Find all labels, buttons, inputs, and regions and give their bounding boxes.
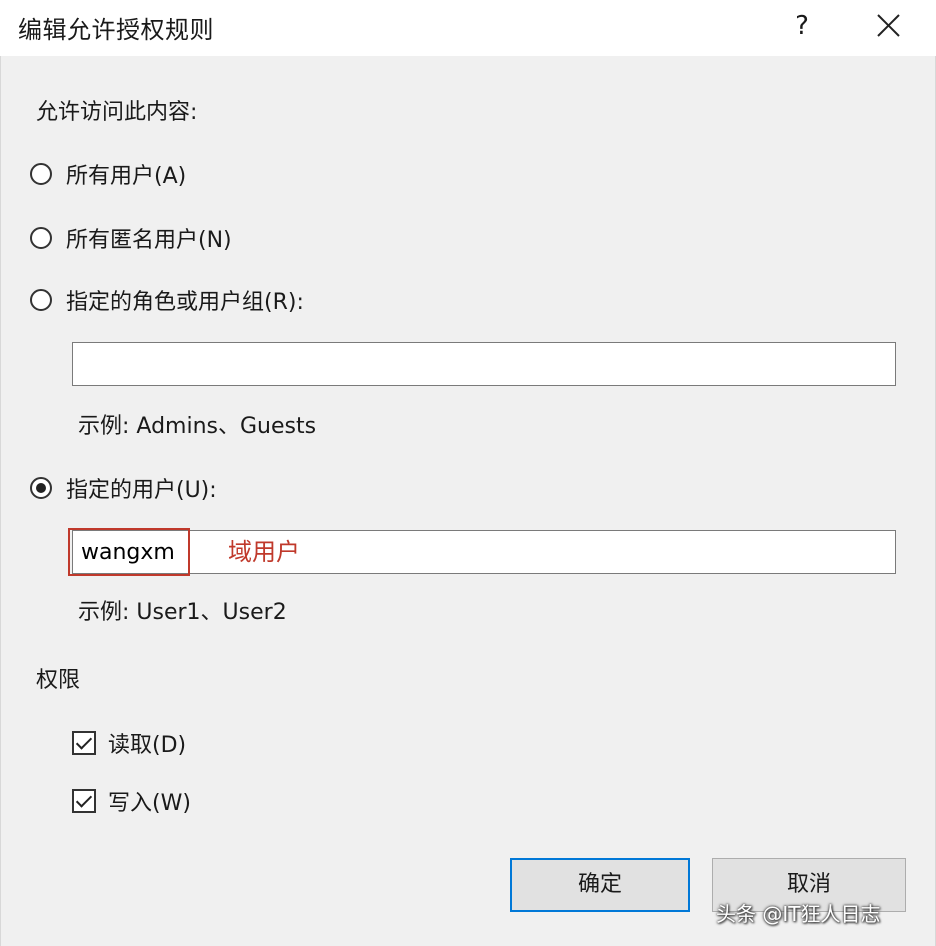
ok-button[interactable]: 确定 (510, 858, 690, 912)
close-icon (877, 14, 900, 37)
radio-specified-users-indicator[interactable] (30, 477, 52, 499)
users-example: 示例: User1、User2 (78, 600, 287, 625)
dialog-title: 编辑允许授权规则 (18, 16, 214, 44)
title-bar: 编辑允许授权规则 ? (0, 0, 936, 54)
radio-roles-label: 指定的角色或用户组(R): (66, 290, 304, 315)
radio-roles[interactable]: 指定的角色或用户组(R): (30, 284, 304, 316)
radio-all-users[interactable]: 所有用户(A) (30, 158, 186, 190)
checkbox-write-indicator[interactable] (72, 789, 96, 813)
checkbox-read-label: 读取(D) (108, 733, 187, 758)
radio-roles-indicator[interactable] (30, 289, 52, 311)
radio-anonymous-users-indicator[interactable] (30, 227, 52, 249)
checkbox-write-label: 写入(W) (108, 791, 191, 816)
roles-example: 示例: Admins、Guests (78, 414, 317, 439)
watermark: 头条 @IT狂人日志 (716, 902, 881, 926)
radio-all-users-indicator[interactable] (30, 163, 52, 185)
radio-all-users-label: 所有用户(A) (66, 164, 187, 189)
close-button[interactable] (866, 6, 910, 46)
help-button[interactable]: ? (782, 6, 822, 46)
annotation-text: 域用户 (228, 538, 300, 566)
users-input[interactable] (72, 530, 896, 574)
annotation-highlight-box (68, 528, 190, 576)
checkbox-write[interactable]: 写入(W) (72, 786, 191, 816)
permissions-heading: 权限 (36, 668, 81, 693)
checkbox-read[interactable]: 读取(D) (72, 728, 186, 758)
checkbox-read-indicator[interactable] (72, 731, 96, 755)
radio-specified-users[interactable]: 指定的用户(U): (30, 472, 217, 504)
radio-specified-users-label: 指定的用户(U): (66, 478, 217, 503)
radio-anonymous-users-label: 所有匿名用户(N) (66, 228, 232, 253)
access-heading: 允许访问此内容: (36, 100, 198, 125)
radio-anonymous-users[interactable]: 所有匿名用户(N) (30, 222, 232, 254)
roles-input[interactable] (72, 342, 896, 386)
